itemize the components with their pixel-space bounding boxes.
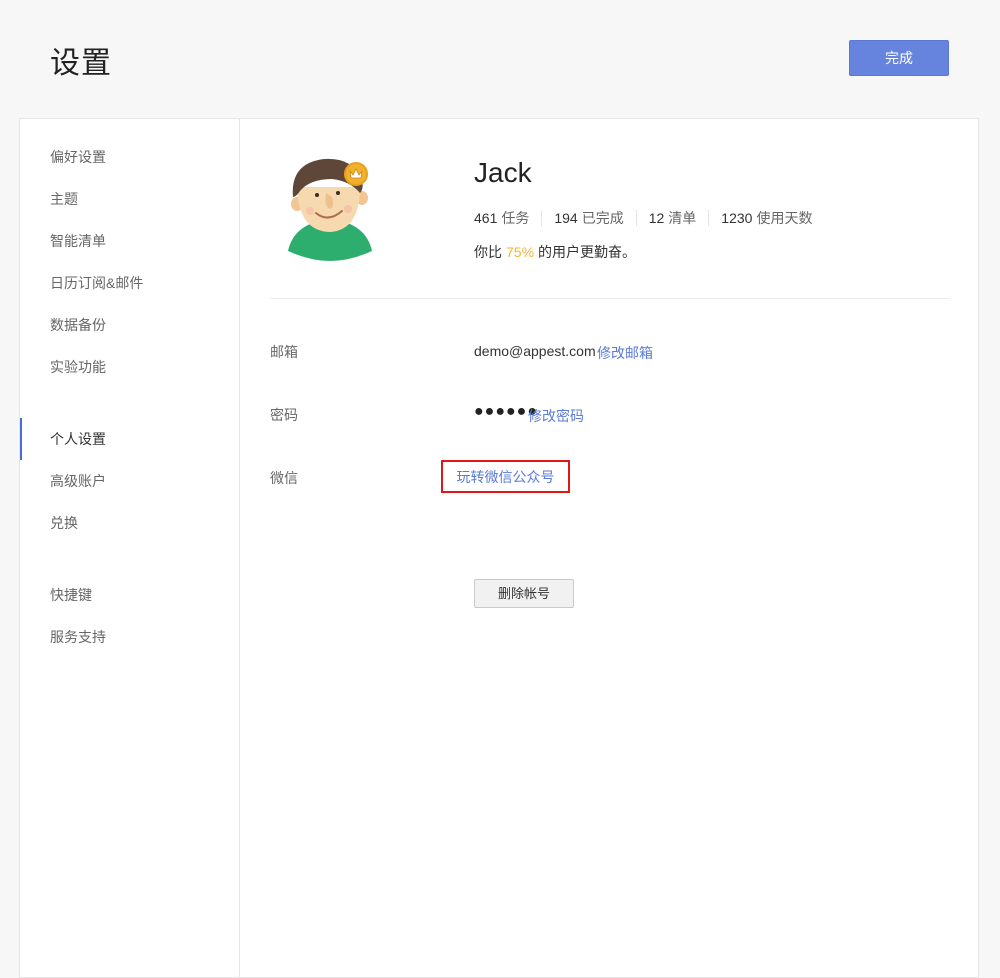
user-stats: 461 任务 194 已完成 12 清单 1230 使用天数 bbox=[474, 208, 812, 228]
stat-tasks-value: 461 bbox=[474, 210, 498, 226]
sidebar-item-premium[interactable]: 高级账户 bbox=[20, 460, 239, 502]
stat-tasks: 461 任务 bbox=[474, 208, 529, 228]
content-area: Jack 461 任务 194 已完成 12 清单 1230 使用天数 你比 7… bbox=[240, 119, 978, 977]
wechat-official-account-link[interactable]: 玩转微信公众号 bbox=[457, 467, 555, 487]
sidebar-item-shortcuts[interactable]: 快捷键 bbox=[20, 574, 239, 616]
diligence-compare: 你比 75% 的用户更勤奋。 bbox=[474, 242, 636, 262]
compare-suffix: 的用户更勤奋。 bbox=[538, 244, 637, 260]
wechat-label: 微信 bbox=[270, 470, 298, 486]
premium-crown-icon bbox=[344, 162, 368, 186]
email-label: 邮箱 bbox=[270, 344, 298, 360]
settings-panel: 偏好设置 主题 智能清单 日历订阅&邮件 数据备份 实验功能 个人设置 高级账户… bbox=[19, 118, 979, 978]
wechat-link-highlight: 玩转微信公众号 bbox=[441, 460, 570, 493]
change-email-link[interactable]: 修改邮箱 bbox=[597, 343, 653, 363]
sidebar-item-backup[interactable]: 数据备份 bbox=[20, 304, 239, 346]
email-value: demo@appest.com bbox=[474, 343, 596, 359]
stat-divider bbox=[635, 210, 637, 226]
sidebar-item-calendar-email[interactable]: 日历订阅&邮件 bbox=[20, 262, 239, 304]
username: Jack bbox=[474, 157, 532, 188]
change-password-link[interactable]: 修改密码 bbox=[528, 406, 584, 426]
stat-divider bbox=[708, 210, 710, 226]
sidebar-item-account[interactable]: 个人设置 bbox=[20, 418, 239, 460]
password-label: 密码 bbox=[270, 407, 298, 423]
stat-completed: 194 已完成 bbox=[554, 208, 623, 228]
compare-percent: 75% bbox=[506, 244, 535, 260]
header: 设置 完成 bbox=[0, 0, 1000, 118]
sidebar-item-redeem[interactable]: 兑换 bbox=[20, 502, 239, 544]
compare-prefix: 你比 bbox=[474, 244, 502, 260]
sidebar-item-smart-lists[interactable]: 智能清单 bbox=[20, 220, 239, 262]
stat-days: 1230 使用天数 bbox=[721, 208, 812, 228]
done-button[interactable]: 完成 bbox=[849, 40, 949, 76]
page-title: 设置 bbox=[50, 47, 112, 80]
section-divider bbox=[270, 298, 949, 299]
stat-completed-value: 194 bbox=[554, 210, 578, 226]
stat-lists-value: 12 bbox=[648, 210, 665, 226]
stat-days-value: 1230 bbox=[721, 210, 753, 226]
crown-icon bbox=[349, 168, 363, 179]
sidebar-item-support[interactable]: 服务支持 bbox=[20, 616, 239, 658]
stat-divider bbox=[541, 210, 543, 226]
delete-account-button[interactable]: 删除帐号 bbox=[474, 579, 574, 608]
stat-lists-label: 清单 bbox=[668, 210, 697, 226]
stat-completed-label: 已完成 bbox=[581, 210, 624, 226]
stat-days-label: 使用天数 bbox=[756, 210, 813, 226]
stat-lists: 12 清单 bbox=[649, 208, 697, 228]
stat-tasks-label: 任务 bbox=[501, 210, 530, 226]
sidebar: 偏好设置 主题 智能清单 日历订阅&邮件 数据备份 实验功能 个人设置 高级账户… bbox=[20, 119, 240, 977]
sidebar-item-labs[interactable]: 实验功能 bbox=[20, 346, 239, 388]
sidebar-item-theme[interactable]: 主题 bbox=[20, 178, 239, 220]
sidebar-item-preferences[interactable]: 偏好设置 bbox=[20, 136, 239, 178]
